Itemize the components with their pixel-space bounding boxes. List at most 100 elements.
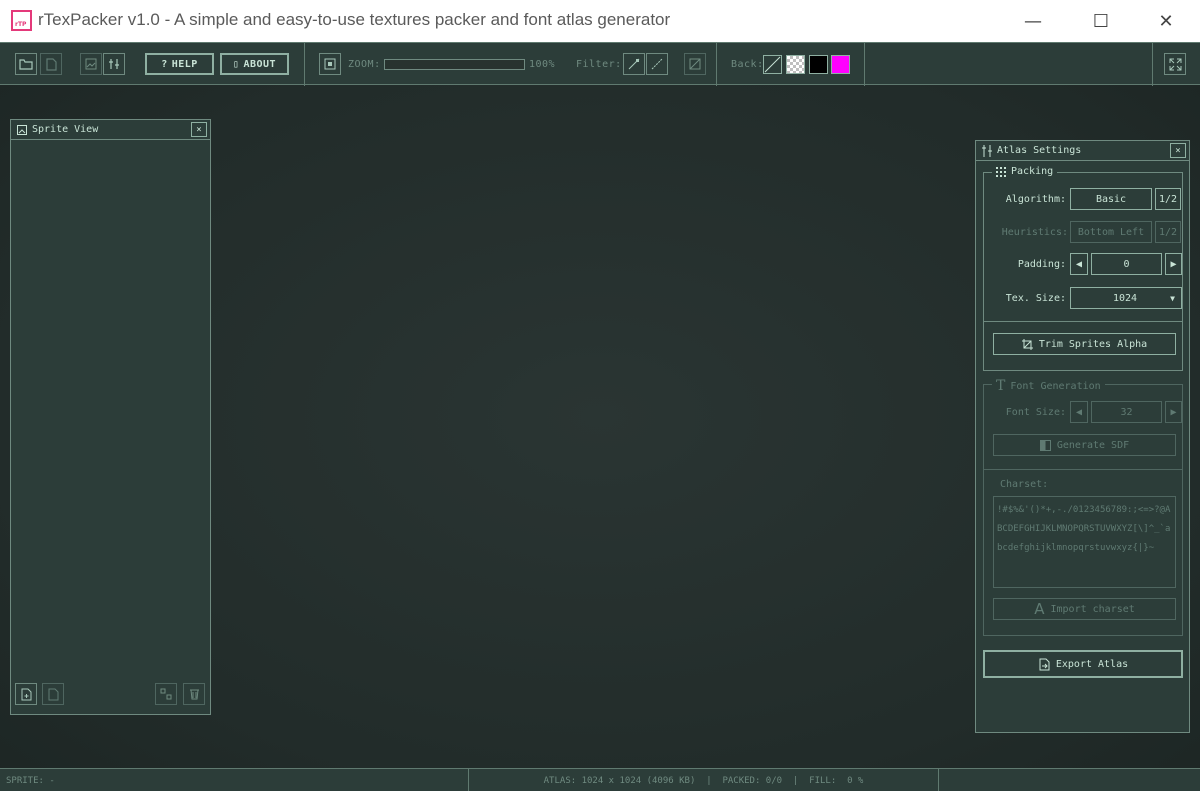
chevron-down-icon: ▼ xyxy=(1170,293,1175,303)
tex-size-label: Tex. Size: xyxy=(1005,293,1066,304)
charset-textbox[interactable]: !#$%&'()*+,-./0123456789:;<=>?@ABCDEFGHI… xyxy=(993,496,1176,588)
filter-bilinear-icon xyxy=(651,58,663,70)
import-charset-button[interactable]: A Import charset xyxy=(993,598,1176,620)
toolbar-divider xyxy=(864,43,865,86)
font-size-value-field[interactable]: 32 xyxy=(1091,401,1162,423)
sprite-view-title: Sprite View xyxy=(32,124,99,135)
algorithm-label: Algorithm: xyxy=(1005,194,1066,205)
heuristics-button[interactable]: Bottom Left xyxy=(1070,221,1152,243)
zoom-fit-button[interactable] xyxy=(319,53,341,75)
zoom-slider[interactable] xyxy=(384,59,525,70)
font-size-increase-button[interactable]: ▶ xyxy=(1165,401,1182,423)
zoom-value: 100% xyxy=(529,59,556,70)
sprite-view-close-button[interactable]: × xyxy=(191,122,207,137)
toolbar-divider xyxy=(1152,43,1153,86)
none-slash-icon xyxy=(764,56,781,73)
filter-point-button[interactable] xyxy=(623,53,645,75)
font-generation-group: T Font Generation Font Size: ◀ 32 ▶ Gene… xyxy=(983,378,1183,636)
sdf-icon xyxy=(1039,439,1051,451)
app-workspace: ?HELP ▯ABOUT ZOOM: 100% Filter: Back: xyxy=(0,42,1200,791)
file-export-icon xyxy=(46,57,57,71)
folder-icon xyxy=(19,59,33,70)
font-icon: T xyxy=(996,378,1006,394)
info-icon: ▯ xyxy=(232,58,240,70)
background-label: Back: xyxy=(731,59,764,70)
heuristics-label: Heuristics: xyxy=(1001,227,1068,238)
atlas-settings-toggle-button[interactable] xyxy=(103,53,125,75)
tex-size-dropdown[interactable]: 1024 ▼ xyxy=(1070,287,1182,309)
grid-icon xyxy=(996,166,1006,177)
export-atlas-button[interactable]: Export Atlas xyxy=(983,650,1183,678)
window-titlebar: rTP rTexPacker v1.0 - A simple and easy-… xyxy=(0,0,1200,42)
sprite-view-panel: Sprite View × xyxy=(10,119,211,715)
packing-group: Packing Algorithm: Basic 1/2 Heuristics:… xyxy=(983,166,1183,371)
image-icon xyxy=(17,124,27,135)
main-toolbar: ? HELP ▯ ABOUT ZOOM: 100% Filter: Back: xyxy=(0,42,1200,86)
reorder-icon xyxy=(160,688,172,700)
padding-label: Padding: xyxy=(1017,259,1066,270)
font-divider xyxy=(984,469,1182,470)
close-window-button[interactable]: ✕ xyxy=(1143,0,1189,42)
image-icon xyxy=(85,58,97,70)
background-none-swatch[interactable] xyxy=(763,55,782,74)
zoom-fit-icon xyxy=(324,58,336,70)
delete-all-sprites-button[interactable] xyxy=(183,683,205,705)
arrow-right-icon: ▶ xyxy=(1170,406,1177,418)
zoom-label: ZOOM: xyxy=(348,59,381,70)
atlas-settings-panel: Atlas Settings × Packing Algorithm: Basi… xyxy=(975,140,1190,733)
maximize-button[interactable]: ☐ xyxy=(1078,0,1124,42)
algorithm-page-button[interactable]: 1/2 xyxy=(1155,188,1181,210)
font-generation-title: T Font Generation xyxy=(992,378,1105,394)
algorithm-button[interactable]: Basic xyxy=(1070,188,1152,210)
arrow-left-icon: ◀ xyxy=(1075,258,1083,270)
add-sprite-button[interactable] xyxy=(15,683,37,705)
packing-group-title: Packing xyxy=(992,166,1058,177)
about-button[interactable]: ▯ ABOUT xyxy=(220,53,289,75)
sprite-view-header: Sprite View × xyxy=(11,120,210,140)
arrow-left-icon: ◀ xyxy=(1075,406,1083,418)
image-view-button[interactable] xyxy=(80,53,102,75)
trash-icon xyxy=(189,689,199,700)
file-remove-icon xyxy=(48,688,59,700)
font-a-icon: A xyxy=(1034,600,1045,618)
heuristics-page-button[interactable]: 1/2 xyxy=(1155,221,1181,243)
window-title: rTexPacker v1.0 - A simple and easy-to-u… xyxy=(38,10,671,29)
fullscreen-button[interactable] xyxy=(1164,53,1186,75)
file-add-icon xyxy=(21,688,32,700)
arrow-right-icon: ▶ xyxy=(1170,258,1177,270)
open-folder-button[interactable] xyxy=(15,53,37,75)
expand-icon xyxy=(1169,58,1181,70)
trim-sprites-alpha-button[interactable]: Trim Sprites Alpha xyxy=(993,333,1176,355)
packing-divider xyxy=(984,321,1182,322)
crop-button[interactable] xyxy=(684,53,706,75)
font-size-label: Font Size: xyxy=(1005,407,1066,418)
charset-label: Charset: xyxy=(1000,479,1049,490)
background-black-swatch[interactable] xyxy=(809,55,828,74)
tools-icon xyxy=(109,59,119,69)
font-size-decrease-button[interactable]: ◀ xyxy=(1070,401,1088,423)
filter-bilinear-button[interactable] xyxy=(646,53,668,75)
padding-value-field[interactable]: 0 xyxy=(1091,253,1162,275)
crop-icon xyxy=(1021,338,1033,350)
minimize-button[interactable]: — xyxy=(1010,0,1056,42)
atlas-settings-title: Atlas Settings xyxy=(997,145,1082,156)
toolbar-divider xyxy=(304,43,305,86)
crop-icon xyxy=(689,58,701,70)
atlas-settings-close-button[interactable]: × xyxy=(1170,143,1186,158)
reorder-sprites-button[interactable] xyxy=(155,683,177,705)
status-sprite: SPRITE: - xyxy=(0,769,469,791)
padding-increase-button[interactable]: ▶ xyxy=(1165,253,1182,275)
status-bar: SPRITE: - ATLAS: 1024 x 1024 (4096 KB) |… xyxy=(0,768,1200,791)
tools-icon xyxy=(982,144,992,157)
help-button[interactable]: ? HELP xyxy=(145,53,214,75)
background-checker-swatch[interactable] xyxy=(786,55,805,74)
export-file-button[interactable] xyxy=(40,53,62,75)
background-magenta-swatch[interactable] xyxy=(831,55,850,74)
file-export-icon xyxy=(1039,658,1050,670)
filter-label: Filter: xyxy=(576,59,622,70)
remove-sprite-button[interactable] xyxy=(42,683,64,705)
padding-decrease-button[interactable]: ◀ xyxy=(1070,253,1088,275)
app-logo-icon: rTP xyxy=(11,10,32,31)
help-icon: ? xyxy=(161,58,168,70)
generate-sdf-button[interactable]: Generate SDF xyxy=(993,434,1176,456)
